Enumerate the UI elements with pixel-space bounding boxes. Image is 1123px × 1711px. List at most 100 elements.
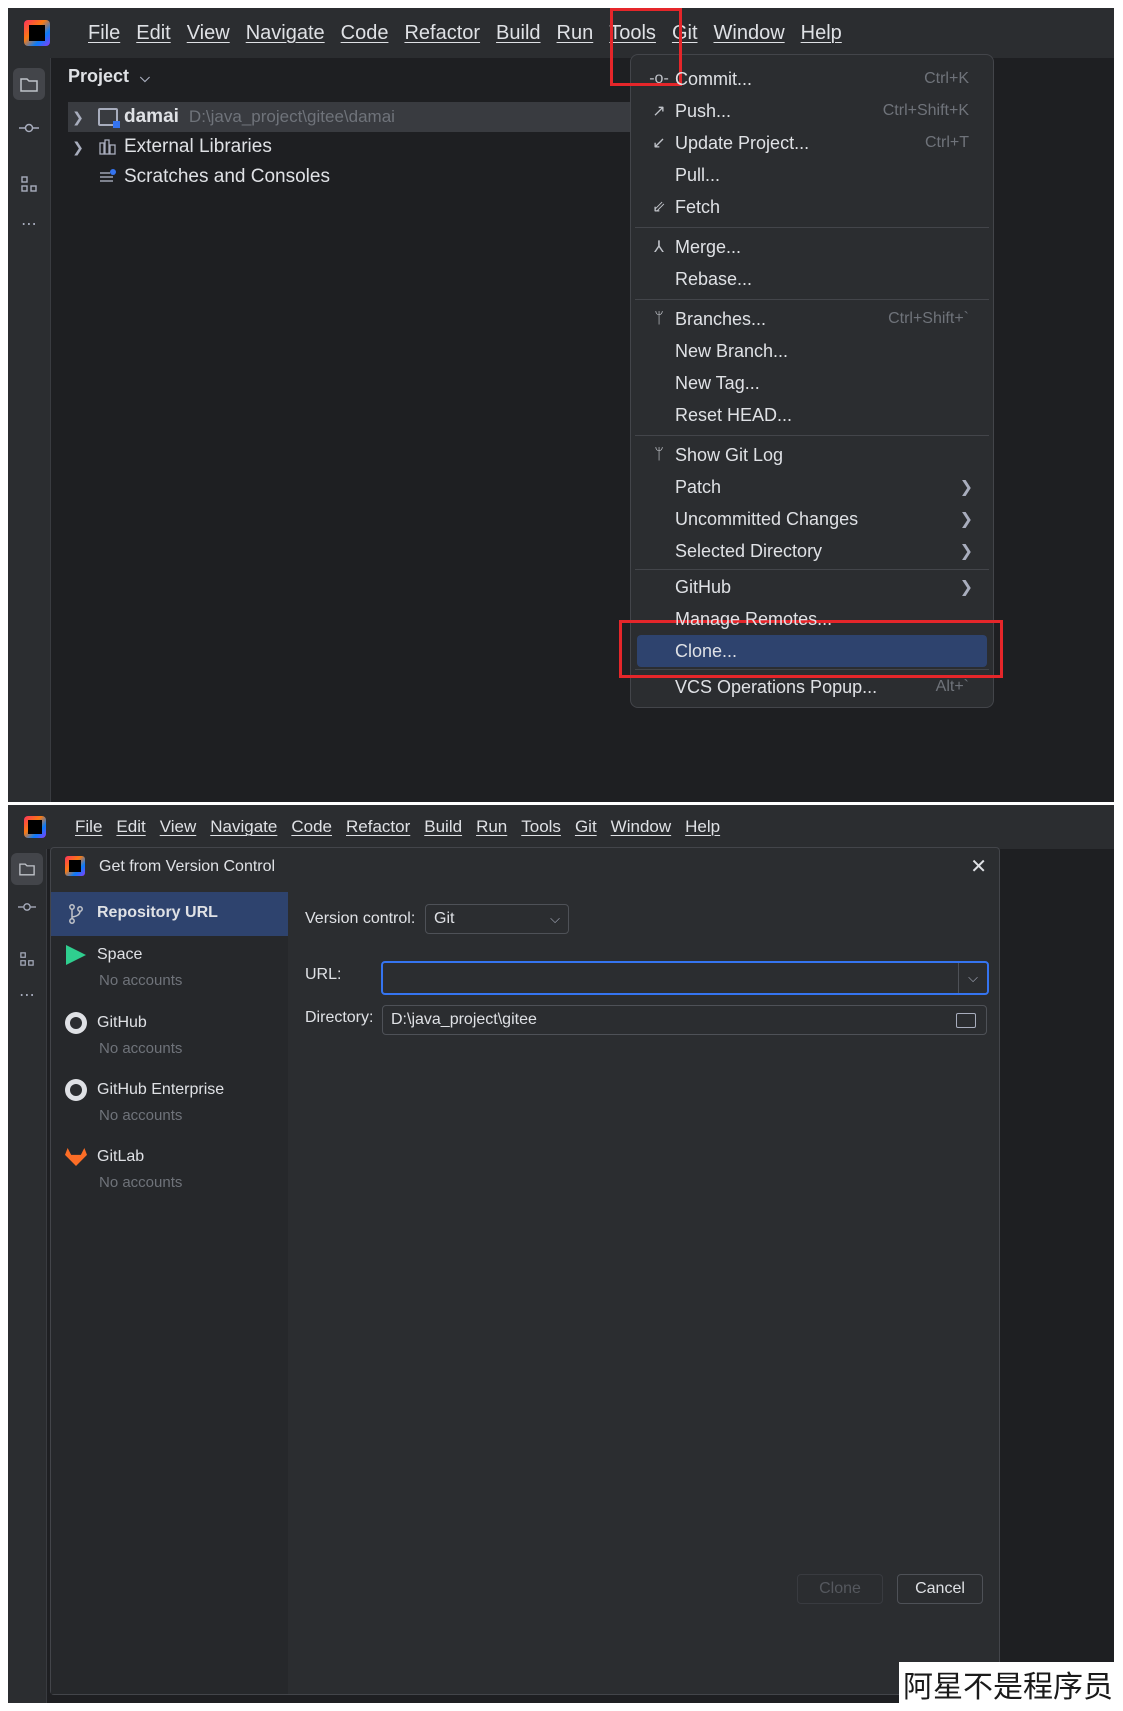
menu-separator [635, 299, 989, 300]
chevron-right-icon[interactable]: ❯ [68, 109, 88, 126]
menu-item-show-git-log[interactable]: ᛘ Show Git Log [631, 439, 993, 471]
intellij-logo-icon [65, 856, 85, 876]
version-control-select[interactable]: Git ⌵ [425, 904, 569, 934]
commit-tool-icon[interactable] [11, 891, 43, 923]
menu-separator [635, 569, 989, 570]
menu-item-push[interactable]: ↗ Push... Ctrl+Shift+K [631, 95, 993, 127]
tree-item-path: D:\java_project\gitee\damai [188, 107, 395, 126]
menu-item-merge[interactable]: ⅄ Merge... [631, 231, 993, 263]
fetch-icon: ⇙ [652, 199, 666, 216]
menu-navigate[interactable]: Navigate [238, 22, 333, 45]
menu-code[interactable]: Code [284, 817, 339, 837]
push-arrow-icon: ↗ [652, 103, 666, 120]
sidebar-item-repository-url[interactable]: Repository URL [51, 892, 288, 936]
more-tools-icon[interactable]: ⋯ [11, 979, 43, 1011]
url-field[interactable]: ⌵ [381, 961, 989, 995]
sidebar-item-gitlab[interactable]: GitLab No accounts [51, 1146, 288, 1204]
chevron-right-icon: ❯ [959, 479, 973, 496]
space-logo-icon [65, 944, 87, 966]
chevron-right-icon[interactable]: ❯ [68, 139, 88, 156]
sidebar-item-space[interactable]: Space No accounts [51, 944, 288, 1002]
clone-button[interactable]: Clone [797, 1574, 883, 1604]
menu-item-patch[interactable]: Patch ❯ [631, 471, 993, 503]
url-label: URL: [305, 966, 342, 983]
intellij-logo-icon [24, 816, 46, 838]
chevron-right-icon: ❯ [959, 579, 973, 596]
project-panel-header[interactable]: Project ⌵ [68, 66, 150, 87]
menu-item-pull[interactable]: Pull... [631, 159, 993, 191]
left-tool-strip: ⋯ [8, 58, 51, 802]
menu-item-commit[interactable]: -o- Commit... Ctrl+K [631, 63, 993, 95]
version-control-label: Version control: [305, 910, 416, 927]
chevron-down-icon: ⌵ [140, 70, 150, 85]
menu-code[interactable]: Code [333, 22, 397, 45]
directory-label: Directory: [305, 1009, 374, 1026]
menu-refactor[interactable]: Refactor [339, 817, 417, 837]
tree-item-scratches[interactable]: Scratches and Consoles [68, 162, 330, 192]
menu-item-branches[interactable]: ᛘ Branches... Ctrl+Shift+` [631, 303, 993, 335]
dialog-title: Get from Version Control [99, 858, 276, 875]
menu-item-github[interactable]: GitHub ❯ [631, 571, 993, 603]
close-icon[interactable]: ✕ [970, 854, 987, 879]
tree-item-external-libraries[interactable]: ❯ External Libraries [68, 132, 272, 162]
chevron-down-icon[interactable]: ⌵ [958, 963, 987, 993]
menu-item-new-tag[interactable]: New Tag... [631, 367, 993, 399]
menu-item-update-project[interactable]: ↙ Update Project... Ctrl+T [631, 127, 993, 159]
structure-tool-icon[interactable] [11, 943, 43, 975]
structure-tool-icon[interactable] [13, 168, 45, 200]
menu-build[interactable]: Build [417, 817, 469, 837]
menu-item-new-branch[interactable]: New Branch... [631, 335, 993, 367]
menu-file[interactable]: File [80, 22, 128, 45]
menu-navigate[interactable]: Navigate [203, 817, 284, 837]
menu-item-fetch[interactable]: ⇙ Fetch [631, 191, 993, 223]
menu-tools[interactable]: Tools [514, 817, 568, 837]
watermark-text: 阿星不是程序员 [899, 1662, 1117, 1706]
git-log-icon: ᛘ [654, 446, 664, 463]
url-input[interactable] [383, 963, 958, 993]
project-tool-folder-icon[interactable] [11, 853, 43, 885]
menu-run[interactable]: Run [469, 817, 514, 837]
menu-build[interactable]: Build [488, 22, 548, 45]
menu-view[interactable]: View [153, 817, 204, 837]
menu-help[interactable]: Help [678, 817, 727, 837]
menu-help[interactable]: Help [793, 22, 850, 45]
ide-window-clone-dialog: File Edit View Navigate Code Refactor Bu… [8, 805, 1114, 1703]
menu-edit[interactable]: Edit [128, 22, 178, 45]
branch-icon: ᛘ [654, 310, 664, 327]
commit-tool-icon[interactable] [13, 112, 45, 144]
menu-run[interactable]: Run [549, 22, 602, 45]
menu-edit[interactable]: Edit [109, 817, 152, 837]
module-folder-icon [98, 108, 120, 128]
menu-window[interactable]: Window [604, 817, 678, 837]
menu-item-selected-directory[interactable]: Selected Directory ❯ [631, 535, 993, 567]
menu-refactor[interactable]: Refactor [396, 22, 488, 45]
menubar: File Edit View Navigate Code Refactor Bu… [8, 8, 1114, 58]
cancel-button[interactable]: Cancel [897, 1574, 983, 1604]
menu-view[interactable]: View [179, 22, 238, 45]
directory-field[interactable]: D:\java_project\gitee [382, 1005, 987, 1035]
menu-item-reset-head[interactable]: Reset HEAD... [631, 399, 993, 431]
intellij-logo-icon [24, 20, 50, 46]
menu-file[interactable]: File [68, 817, 109, 837]
chevron-down-icon: ⌵ [550, 911, 560, 926]
menu-window[interactable]: Window [706, 22, 793, 45]
menu-separator [635, 227, 989, 228]
github-icon [65, 1012, 87, 1034]
menu-git[interactable]: Git [568, 817, 604, 837]
github-icon [65, 1079, 87, 1101]
menu-item-rebase[interactable]: Rebase... [631, 263, 993, 295]
scratches-icon [98, 168, 118, 186]
folder-browse-icon[interactable] [956, 1012, 976, 1028]
project-tool-folder-icon[interactable] [13, 68, 45, 100]
ide-window-git-menu: File Edit View Navigate Code Refactor Bu… [8, 8, 1114, 802]
commit-icon: -o- [649, 70, 669, 87]
get-from-vcs-dialog: Get from Version Control ✕ Repository UR… [50, 847, 1000, 1695]
menubar: File Edit View Navigate Code Refactor Bu… [8, 805, 1114, 849]
more-tools-icon[interactable]: ⋯ [13, 208, 45, 240]
sidebar-item-github[interactable]: GitHub No accounts [51, 1012, 288, 1070]
git-menu-popup: -o- Commit... Ctrl+K ↗ Push... Ctrl+Shif… [630, 54, 994, 708]
vcs-source-sidebar: Repository URL Space No accounts GitHub … [51, 892, 288, 1694]
tree-item-damai[interactable]: ❯ damai D:\java_project\gitee\damai [68, 102, 638, 132]
sidebar-item-github-enterprise[interactable]: GitHub Enterprise No accounts [51, 1079, 288, 1137]
menu-item-uncommitted-changes[interactable]: Uncommitted Changes ❯ [631, 503, 993, 535]
